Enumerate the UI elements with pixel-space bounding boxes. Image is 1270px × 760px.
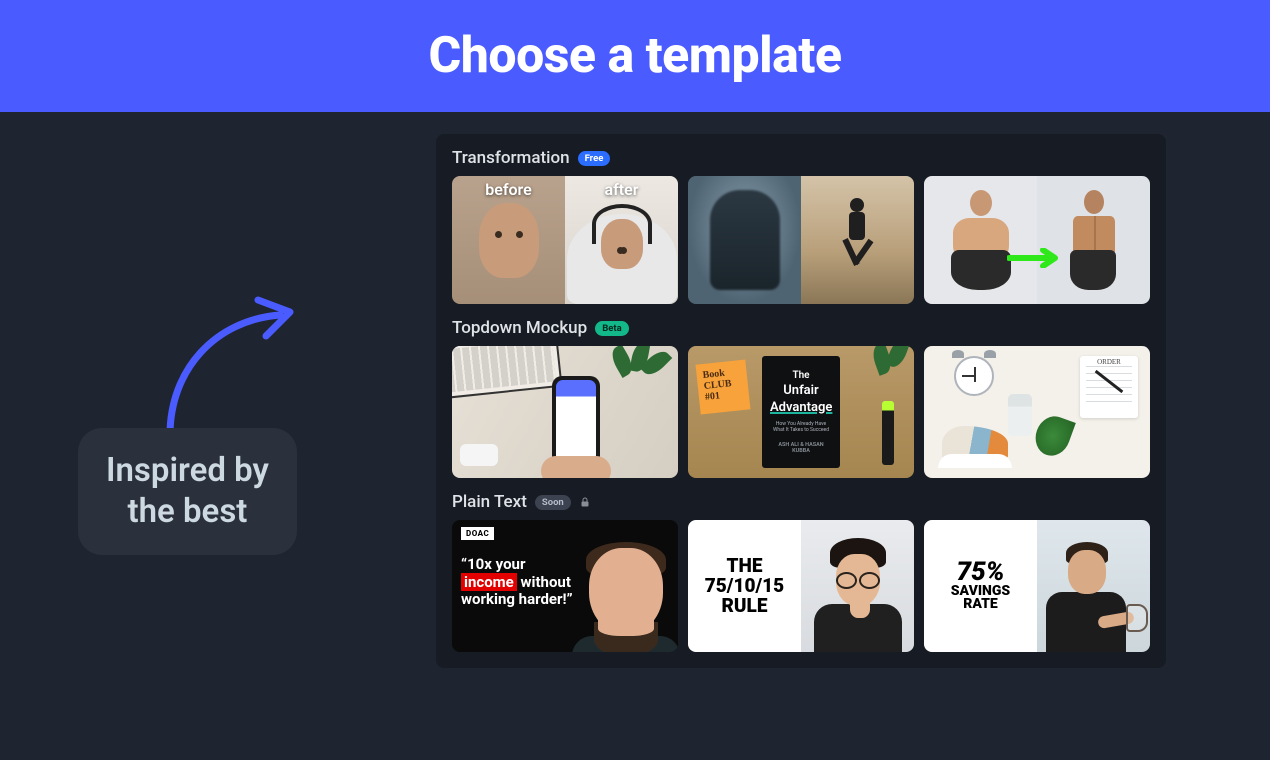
callout-line-1: Inspired by bbox=[106, 450, 269, 491]
template-thumb[interactable]: THE 75/10/15 RULE bbox=[688, 520, 914, 652]
section-title: Plain Text bbox=[452, 492, 527, 512]
book-line: Unfair bbox=[770, 383, 832, 398]
sticky-note: Book CLUB #01 bbox=[696, 360, 751, 415]
callout-line-2: the best bbox=[106, 491, 269, 532]
badge-beta: Beta bbox=[595, 321, 629, 336]
savings-text: 75% SAVINGS RATE bbox=[951, 560, 1010, 611]
badge-free: Free bbox=[578, 151, 611, 166]
doac-tag: DOAC bbox=[461, 527, 494, 540]
template-thumb[interactable]: 75% SAVINGS RATE bbox=[924, 520, 1150, 652]
header-banner: Choose a template bbox=[0, 0, 1270, 112]
label-after: after bbox=[565, 180, 678, 199]
label-before: before bbox=[452, 180, 565, 199]
arrow-right-icon bbox=[1007, 248, 1067, 268]
notepad-title: ORDER bbox=[1080, 358, 1138, 366]
section-plaintext: Plain Text Soon DOAC “10x your income wi… bbox=[452, 492, 1150, 652]
book-line: The bbox=[770, 370, 832, 381]
section-title: Topdown Mockup bbox=[452, 318, 587, 338]
section-topdown: Topdown Mockup Beta Book CLUB #01 bbox=[452, 318, 1150, 478]
doac-quote: “10x your income without working harder!… bbox=[461, 556, 581, 609]
template-thumb[interactable] bbox=[688, 176, 914, 304]
badge-soon: Soon bbox=[535, 495, 571, 510]
template-thumb[interactable]: DOAC “10x your income without working ha… bbox=[452, 520, 678, 652]
rule-text: THE 75/10/15 RULE bbox=[705, 556, 784, 616]
lock-icon bbox=[579, 493, 591, 512]
page-title: Choose a template bbox=[429, 27, 842, 85]
template-thumb[interactable]: before after bbox=[452, 176, 678, 304]
template-thumb[interactable]: ORDER bbox=[924, 346, 1150, 478]
book-cover: The Unfair Advantage How You Already Hav… bbox=[762, 356, 840, 468]
section-title: Transformation bbox=[452, 148, 570, 168]
book-sub: How You Already Have What It Takes to Su… bbox=[770, 421, 832, 433]
template-thumb[interactable]: Book CLUB #01 The Unfair Advantage How Y… bbox=[688, 346, 914, 478]
template-thumb[interactable] bbox=[924, 176, 1150, 304]
book-author: ASH ALI & HASAN KUBBA bbox=[770, 442, 832, 454]
template-panel: Transformation Free before after Topd bbox=[436, 134, 1166, 668]
book-line: Advantage bbox=[770, 400, 832, 415]
arrow-icon bbox=[150, 290, 310, 450]
callout-bubble: Inspired by the best bbox=[78, 428, 297, 555]
section-transformation: Transformation Free before after bbox=[452, 148, 1150, 304]
template-thumb[interactable] bbox=[452, 346, 678, 478]
